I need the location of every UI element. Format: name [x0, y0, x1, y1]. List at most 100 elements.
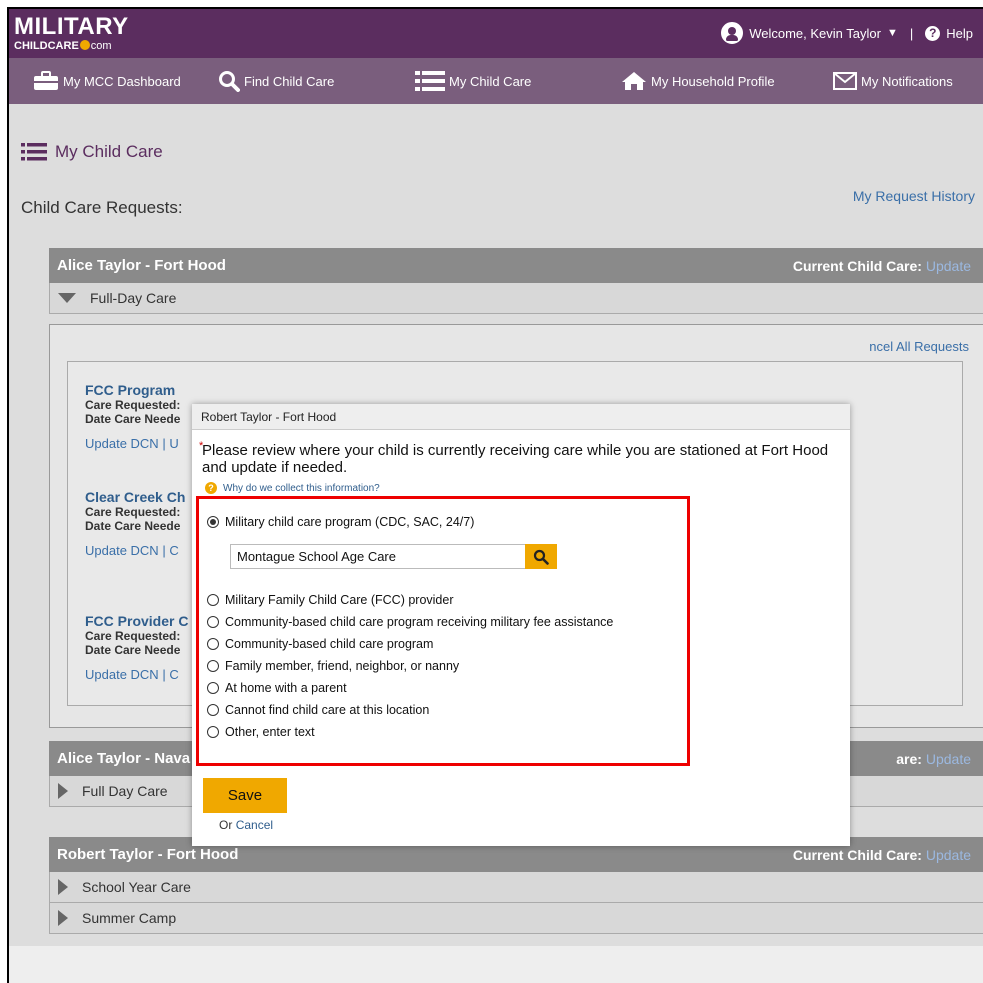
- help-icon[interactable]: ?: [925, 25, 941, 41]
- page-title-text: My Child Care: [55, 142, 163, 161]
- caret-down-icon[interactable]: ▼: [887, 27, 898, 39]
- or-cancel: Or Cancel: [219, 818, 273, 832]
- nav-label: My Household Profile: [651, 73, 775, 89]
- page-content: My Child Care Child Care Requests: My Re…: [9, 104, 983, 983]
- nav-label: My MCC Dashboard: [63, 73, 181, 89]
- dialog-question-text: Please review where your child is curren…: [202, 442, 829, 476]
- briefcase-icon: [34, 71, 58, 90]
- user-avatar-icon[interactable]: [721, 22, 744, 44]
- radio-button[interactable]: [207, 660, 219, 672]
- welcome-menu[interactable]: Welcome, Kevin Taylor: [749, 26, 881, 41]
- request-item: Clear Creek Ch Care Requested: Date Care…: [85, 489, 185, 558]
- nav-item-find-care[interactable]: Find Child Care: [218, 58, 334, 104]
- option-label: At home with a parent: [225, 681, 347, 695]
- question-icon: ?: [205, 482, 217, 494]
- expand-triangle-icon[interactable]: [58, 783, 68, 799]
- logo-dot-icon: [79, 40, 90, 50]
- nav-item-notifications[interactable]: My Notifications: [833, 58, 953, 104]
- program-search-button[interactable]: [525, 544, 557, 569]
- option-label: Family member, friend, neighbor, or nann…: [225, 659, 460, 673]
- radio-button[interactable]: [207, 704, 219, 716]
- program-search-input[interactable]: [230, 544, 525, 569]
- option-label: Military child care program (CDC, SAC, 2…: [225, 515, 475, 529]
- request-title[interactable]: Clear Creek Ch: [85, 489, 185, 505]
- care-option[interactable]: Other, enter text: [207, 725, 315, 739]
- nav-label: My Child Care: [449, 73, 532, 89]
- radio-button[interactable]: [207, 682, 219, 694]
- current-care: Current Child Care: Update: [793, 847, 971, 863]
- nav-item-dashboard[interactable]: My MCC Dashboard: [33, 58, 181, 104]
- date-needed-label: Date Care Neede: [85, 412, 181, 426]
- request-item: FCC Program Care Requested: Date Care Ne…: [85, 382, 180, 451]
- section-title: Alice Taylor - Fort Hood: [57, 257, 226, 274]
- update-dcn-link[interactable]: Update DCN: [85, 543, 159, 558]
- care-option[interactable]: Community-based child care program recei…: [207, 615, 613, 629]
- care-option[interactable]: At home with a parent: [207, 681, 347, 695]
- current-care-update-link[interactable]: Update: [926, 751, 971, 767]
- main-nav: My MCC Dashboard Find Child Care My Chil…: [9, 58, 983, 104]
- radio-button[interactable]: [207, 516, 219, 528]
- child-section: Alice Taylor - Fort Hood Current Child C…: [49, 248, 983, 314]
- care-option[interactable]: Community-based child care program: [207, 637, 433, 651]
- envelope-icon: [833, 72, 857, 90]
- current-care-update-link[interactable]: Update: [926, 258, 971, 274]
- care-type-row[interactable]: School Year Care: [49, 872, 983, 903]
- list-icon: [415, 71, 445, 91]
- current-care-label: Current Child Care:: [792, 846, 922, 863]
- request-history-link[interactable]: My Request History: [853, 188, 975, 204]
- request-link-2[interactable]: C: [169, 667, 178, 682]
- why-collect-link[interactable]: Why do we collect this information?: [223, 483, 380, 494]
- care-option[interactable]: Cannot find child care at this location: [207, 703, 429, 717]
- radio-button[interactable]: [207, 726, 219, 738]
- update-dcn-link[interactable]: Update DCN: [85, 667, 159, 682]
- care-requested-label: Care Requested:: [85, 398, 181, 412]
- care-type-label: Full Day Care: [82, 783, 168, 799]
- cancel-all-requests-link[interactable]: ncel All Requests: [869, 339, 969, 354]
- current-care: are: Update: [896, 751, 971, 767]
- current-care-dialog: Robert Taylor - Fort Hood * Please revie…: [192, 404, 850, 846]
- cancel-link[interactable]: Cancel: [236, 818, 273, 832]
- update-dcn-link[interactable]: Update DCN: [85, 436, 159, 451]
- option-label: Cannot find child care at this location: [225, 703, 430, 717]
- list-icon: [21, 143, 47, 161]
- footer-strip: [9, 946, 983, 983]
- option-label: Other, enter text: [225, 725, 315, 739]
- request-title[interactable]: FCC Program: [85, 382, 180, 398]
- dialog-question: * Please review where your child is curr…: [199, 440, 832, 476]
- care-requested-label: Care Requested:: [85, 629, 181, 643]
- expand-triangle-icon[interactable]: [58, 293, 76, 303]
- search-icon: [533, 549, 549, 565]
- nav-item-household-profile[interactable]: My Household Profile: [621, 58, 775, 104]
- care-option[interactable]: Military Family Child Care (FCC) provide…: [207, 593, 454, 607]
- radio-button[interactable]: [207, 594, 219, 606]
- request-item: FCC Provider C Care Requested: Date Care…: [85, 613, 188, 682]
- expand-triangle-icon[interactable]: [58, 879, 68, 895]
- care-type-label: Summer Camp: [82, 910, 177, 926]
- site-logo[interactable]: MILITARY: [14, 15, 129, 39]
- section-header: Alice Taylor - Fort Hood Current Child C…: [49, 248, 983, 283]
- radio-button[interactable]: [207, 616, 219, 628]
- request-links: Update DCN | C: [85, 667, 179, 682]
- care-option[interactable]: Family member, friend, neighbor, or nann…: [207, 659, 459, 673]
- section-title: Alice Taylor - Nava: [57, 750, 191, 767]
- site-logo-subtitle: CHILDCARE com: [14, 40, 112, 52]
- care-type-row[interactable]: Summer Camp: [49, 903, 983, 934]
- logo-sub-right: com: [90, 40, 112, 52]
- why-collect-row: ? Why do we collect this information?: [205, 482, 380, 494]
- option-label: Community-based child care program recei…: [225, 615, 614, 629]
- request-link-2[interactable]: U: [169, 436, 178, 451]
- save-button[interactable]: Save: [203, 778, 287, 813]
- help-link[interactable]: Help: [946, 26, 973, 41]
- expand-triangle-icon[interactable]: [58, 910, 68, 926]
- nav-item-my-child-care[interactable]: My Child Care: [415, 58, 531, 104]
- care-option[interactable]: Military child care program (CDC, SAC, 2…: [207, 515, 474, 529]
- care-type-row[interactable]: Full-Day Care: [49, 283, 983, 314]
- request-link-2[interactable]: C: [169, 543, 178, 558]
- current-care-update-link[interactable]: Update: [926, 847, 971, 863]
- radio-button[interactable]: [207, 638, 219, 650]
- request-title[interactable]: FCC Provider C: [85, 613, 188, 629]
- page-title: My Child Care: [21, 142, 163, 162]
- section-title: Robert Taylor - Fort Hood: [57, 846, 239, 863]
- header-divider: |: [909, 25, 914, 41]
- requests-title: Child Care Requests:: [21, 198, 183, 217]
